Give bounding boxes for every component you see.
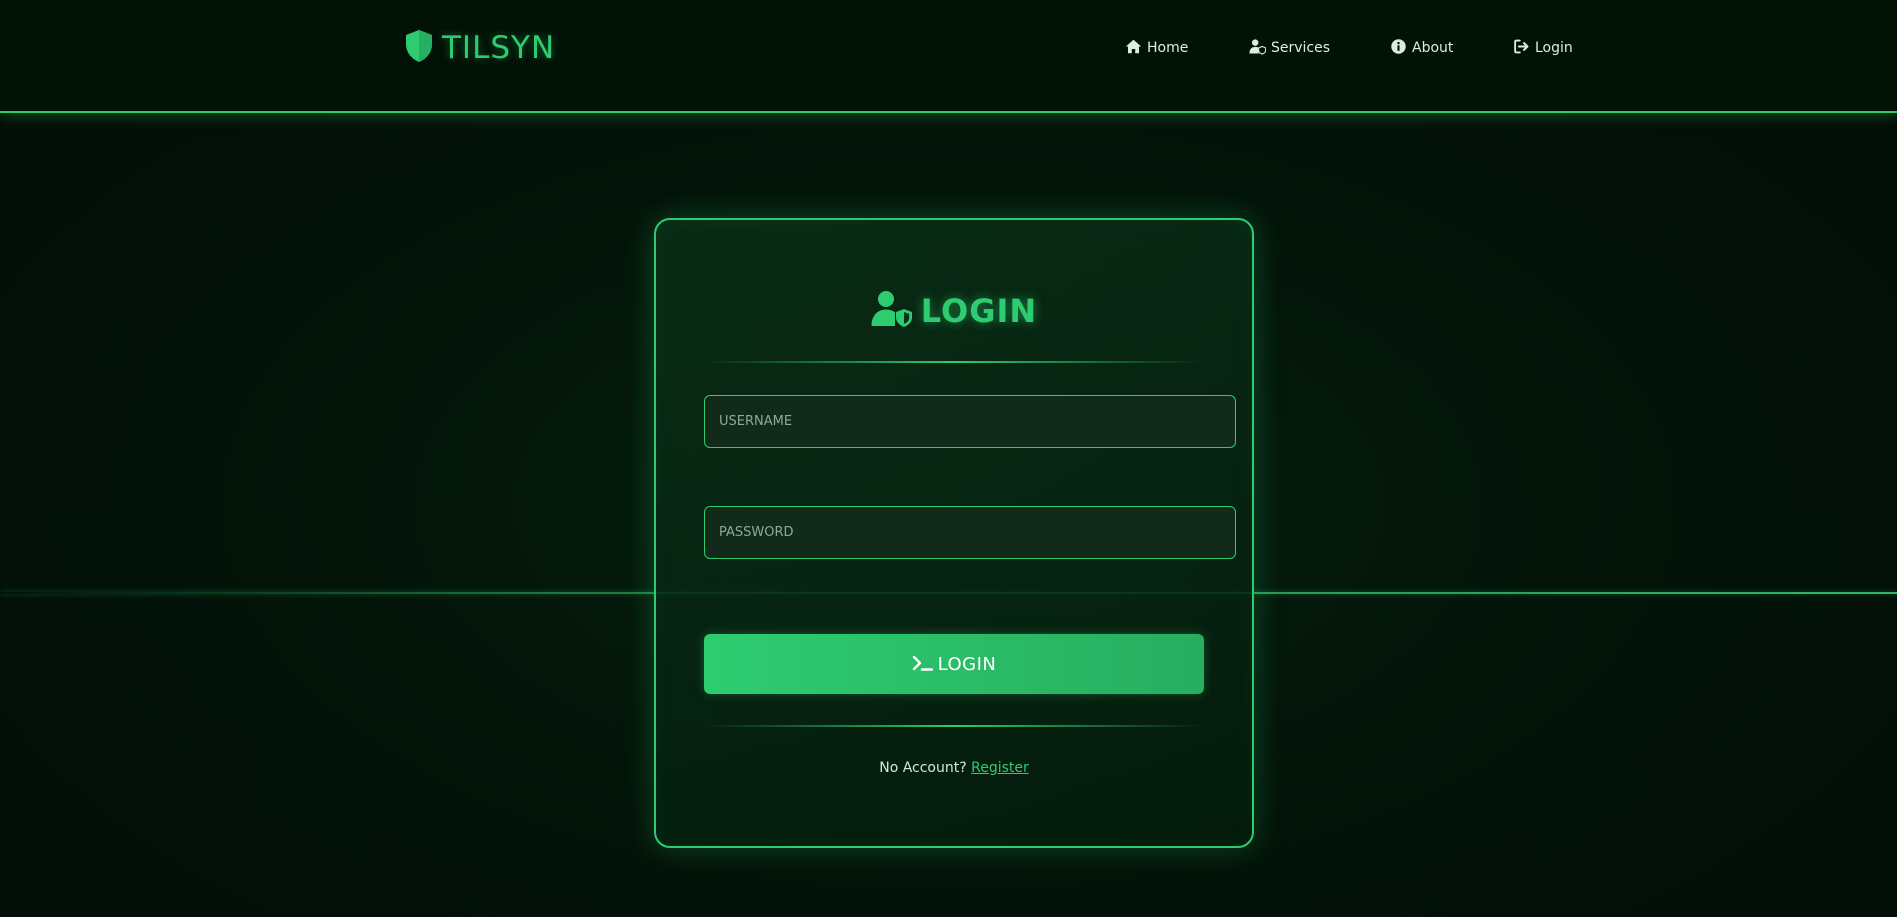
brand-logo[interactable]: TILSYN — [404, 30, 555, 66]
top-navbar: TILSYN Home Services About Login — [0, 0, 1897, 113]
nav-about-label: About — [1412, 40, 1454, 56]
register-prompt: No Account? Register — [656, 760, 1252, 776]
username-input[interactable] — [704, 395, 1236, 448]
nav-about-link[interactable]: About — [1390, 37, 1453, 59]
user-shield-icon — [871, 290, 921, 332]
sign-in-icon — [1513, 38, 1535, 59]
login-card: LOGIN LOGIN No Account? Register — [654, 218, 1254, 848]
terminal-icon — [912, 654, 938, 675]
title-divider — [704, 361, 1204, 363]
nav-services-label: Services — [1271, 40, 1331, 56]
login-title: LOGIN — [656, 290, 1252, 332]
nav-services-link[interactable]: Services — [1249, 37, 1330, 59]
nav-login-label: Login — [1535, 40, 1573, 56]
nav-login-link[interactable]: Login — [1513, 37, 1573, 59]
user-shield-icon — [1249, 38, 1271, 59]
login-title-text: LOGIN — [920, 292, 1038, 330]
footer-divider — [704, 725, 1204, 727]
register-prompt-text: No Account? — [879, 760, 967, 776]
nav-home-link[interactable]: Home — [1125, 37, 1188, 59]
shield-icon — [404, 29, 434, 67]
login-button-label: LOGIN — [937, 653, 997, 675]
register-link[interactable]: Register — [971, 760, 1029, 776]
home-icon — [1125, 38, 1147, 59]
password-input[interactable] — [704, 506, 1236, 559]
info-circle-icon — [1390, 38, 1412, 59]
brand-name: TILSYN — [442, 30, 556, 66]
login-button[interactable]: LOGIN — [704, 634, 1204, 694]
nav-home-label: Home — [1147, 40, 1189, 56]
